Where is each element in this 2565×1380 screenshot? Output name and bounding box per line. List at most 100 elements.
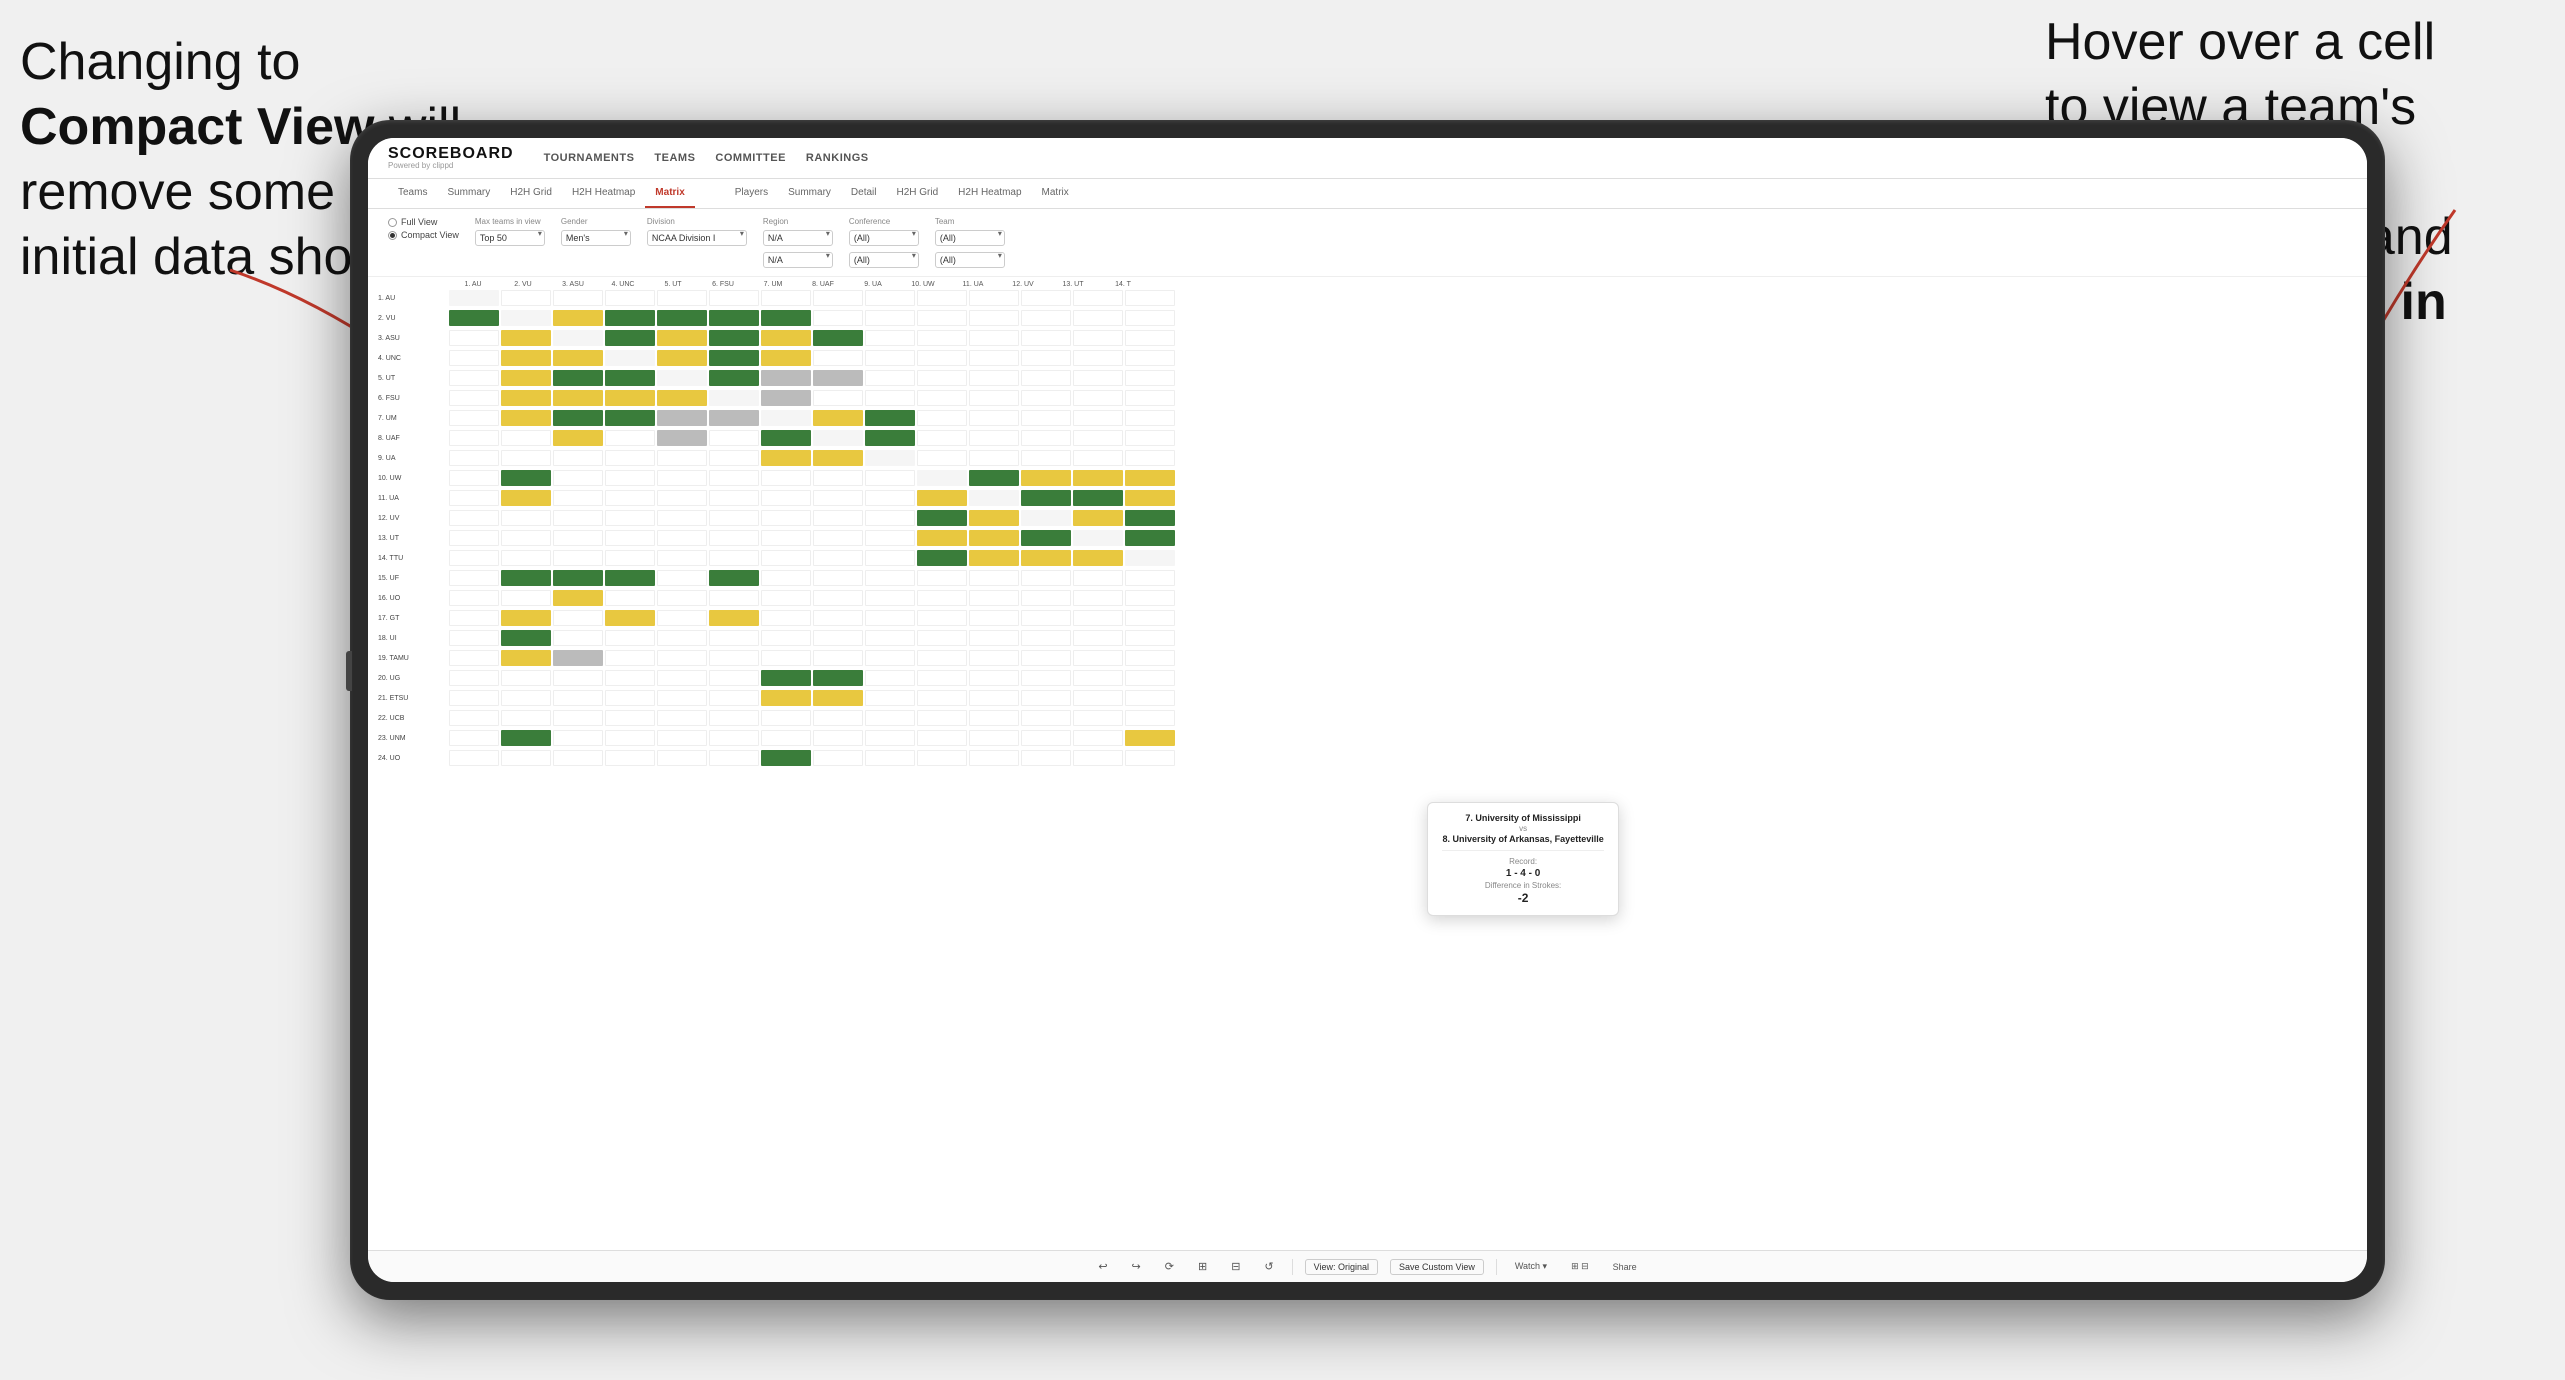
cell[interactable] [501,310,551,326]
cell[interactable] [917,350,967,366]
cell[interactable] [605,310,655,326]
cell[interactable] [813,350,863,366]
toolbar-redo[interactable]: ↪ [1126,1257,1147,1276]
cell[interactable] [865,670,915,686]
cell[interactable] [449,550,499,566]
cell[interactable] [657,570,707,586]
cell[interactable] [605,530,655,546]
cell[interactable] [553,630,603,646]
cell[interactable] [501,530,551,546]
cell[interactable] [813,750,863,766]
tab-players[interactable]: Players [725,179,778,208]
cell[interactable] [969,710,1019,726]
cell[interactable] [1021,470,1071,486]
toolbar-reset[interactable]: ↺ [1258,1257,1279,1276]
cell[interactable] [657,530,707,546]
cell[interactable] [813,570,863,586]
cell[interactable] [605,710,655,726]
cell[interactable] [501,370,551,386]
cell[interactable] [553,610,603,626]
toolbar-grid-controls[interactable]: ⊞ ⊟ [1565,1258,1595,1275]
cell[interactable] [1073,370,1123,386]
filter-team-select2[interactable]: (All) [935,252,1005,268]
cell[interactable] [605,630,655,646]
cell[interactable] [761,630,811,646]
cell[interactable] [553,570,603,586]
nav-link-teams[interactable]: TEAMS [654,148,695,168]
filter-conf-select2[interactable]: (All) [849,252,919,268]
cell[interactable] [917,650,967,666]
cell[interactable] [1021,750,1071,766]
cell[interactable] [449,290,499,306]
cell[interactable] [865,510,915,526]
cell[interactable] [969,290,1019,306]
tab-summary-1[interactable]: Summary [437,179,500,208]
cell[interactable] [917,750,967,766]
cell[interactable] [501,610,551,626]
cell[interactable] [1021,670,1071,686]
cell[interactable] [1021,410,1071,426]
cell[interactable] [969,490,1019,506]
cell[interactable] [761,490,811,506]
cell[interactable] [1125,310,1175,326]
cell[interactable] [813,630,863,646]
cell[interactable] [865,730,915,746]
cell[interactable] [657,650,707,666]
cell[interactable] [605,290,655,306]
cell[interactable] [969,390,1019,406]
cell[interactable] [605,550,655,566]
cell[interactable] [1125,630,1175,646]
cell[interactable] [709,650,759,666]
cell[interactable] [501,510,551,526]
cell[interactable] [449,570,499,586]
cell[interactable] [813,670,863,686]
cell[interactable] [1125,350,1175,366]
cell[interactable] [657,610,707,626]
cell[interactable] [501,490,551,506]
cell[interactable] [605,330,655,346]
cell[interactable] [605,690,655,706]
cell[interactable] [501,730,551,746]
cell[interactable] [1125,410,1175,426]
cell[interactable] [969,630,1019,646]
cell[interactable] [865,490,915,506]
cell[interactable] [605,430,655,446]
cell[interactable] [553,710,603,726]
cell[interactable] [553,310,603,326]
cell[interactable] [1125,710,1175,726]
cell[interactable] [969,570,1019,586]
cell[interactable] [1073,430,1123,446]
cell[interactable] [1073,410,1123,426]
cell[interactable] [501,710,551,726]
tab-h2h-heatmap-2[interactable]: H2H Heatmap [948,179,1031,208]
cell[interactable] [449,610,499,626]
cell[interactable] [709,370,759,386]
cell[interactable] [449,390,499,406]
nav-link-committee[interactable]: COMMITTEE [715,148,786,168]
cell[interactable] [1073,690,1123,706]
cell[interactable] [761,370,811,386]
cell[interactable] [709,450,759,466]
cell[interactable] [865,530,915,546]
cell[interactable] [449,650,499,666]
cell[interactable] [553,430,603,446]
cell[interactable] [709,410,759,426]
cell[interactable] [1125,750,1175,766]
cell[interactable] [657,410,707,426]
cell[interactable] [761,450,811,466]
cell[interactable] [969,530,1019,546]
cell[interactable] [1073,570,1123,586]
cell[interactable] [553,490,603,506]
cell[interactable] [1021,370,1071,386]
cell[interactable] [865,710,915,726]
cell[interactable] [1073,310,1123,326]
cell[interactable] [553,670,603,686]
cell[interactable] [449,730,499,746]
cell[interactable] [1073,630,1123,646]
cell[interactable] [553,650,603,666]
cell[interactable] [709,310,759,326]
cell[interactable] [917,530,967,546]
cell[interactable] [1021,570,1071,586]
cell[interactable] [449,450,499,466]
cell[interactable] [1073,650,1123,666]
